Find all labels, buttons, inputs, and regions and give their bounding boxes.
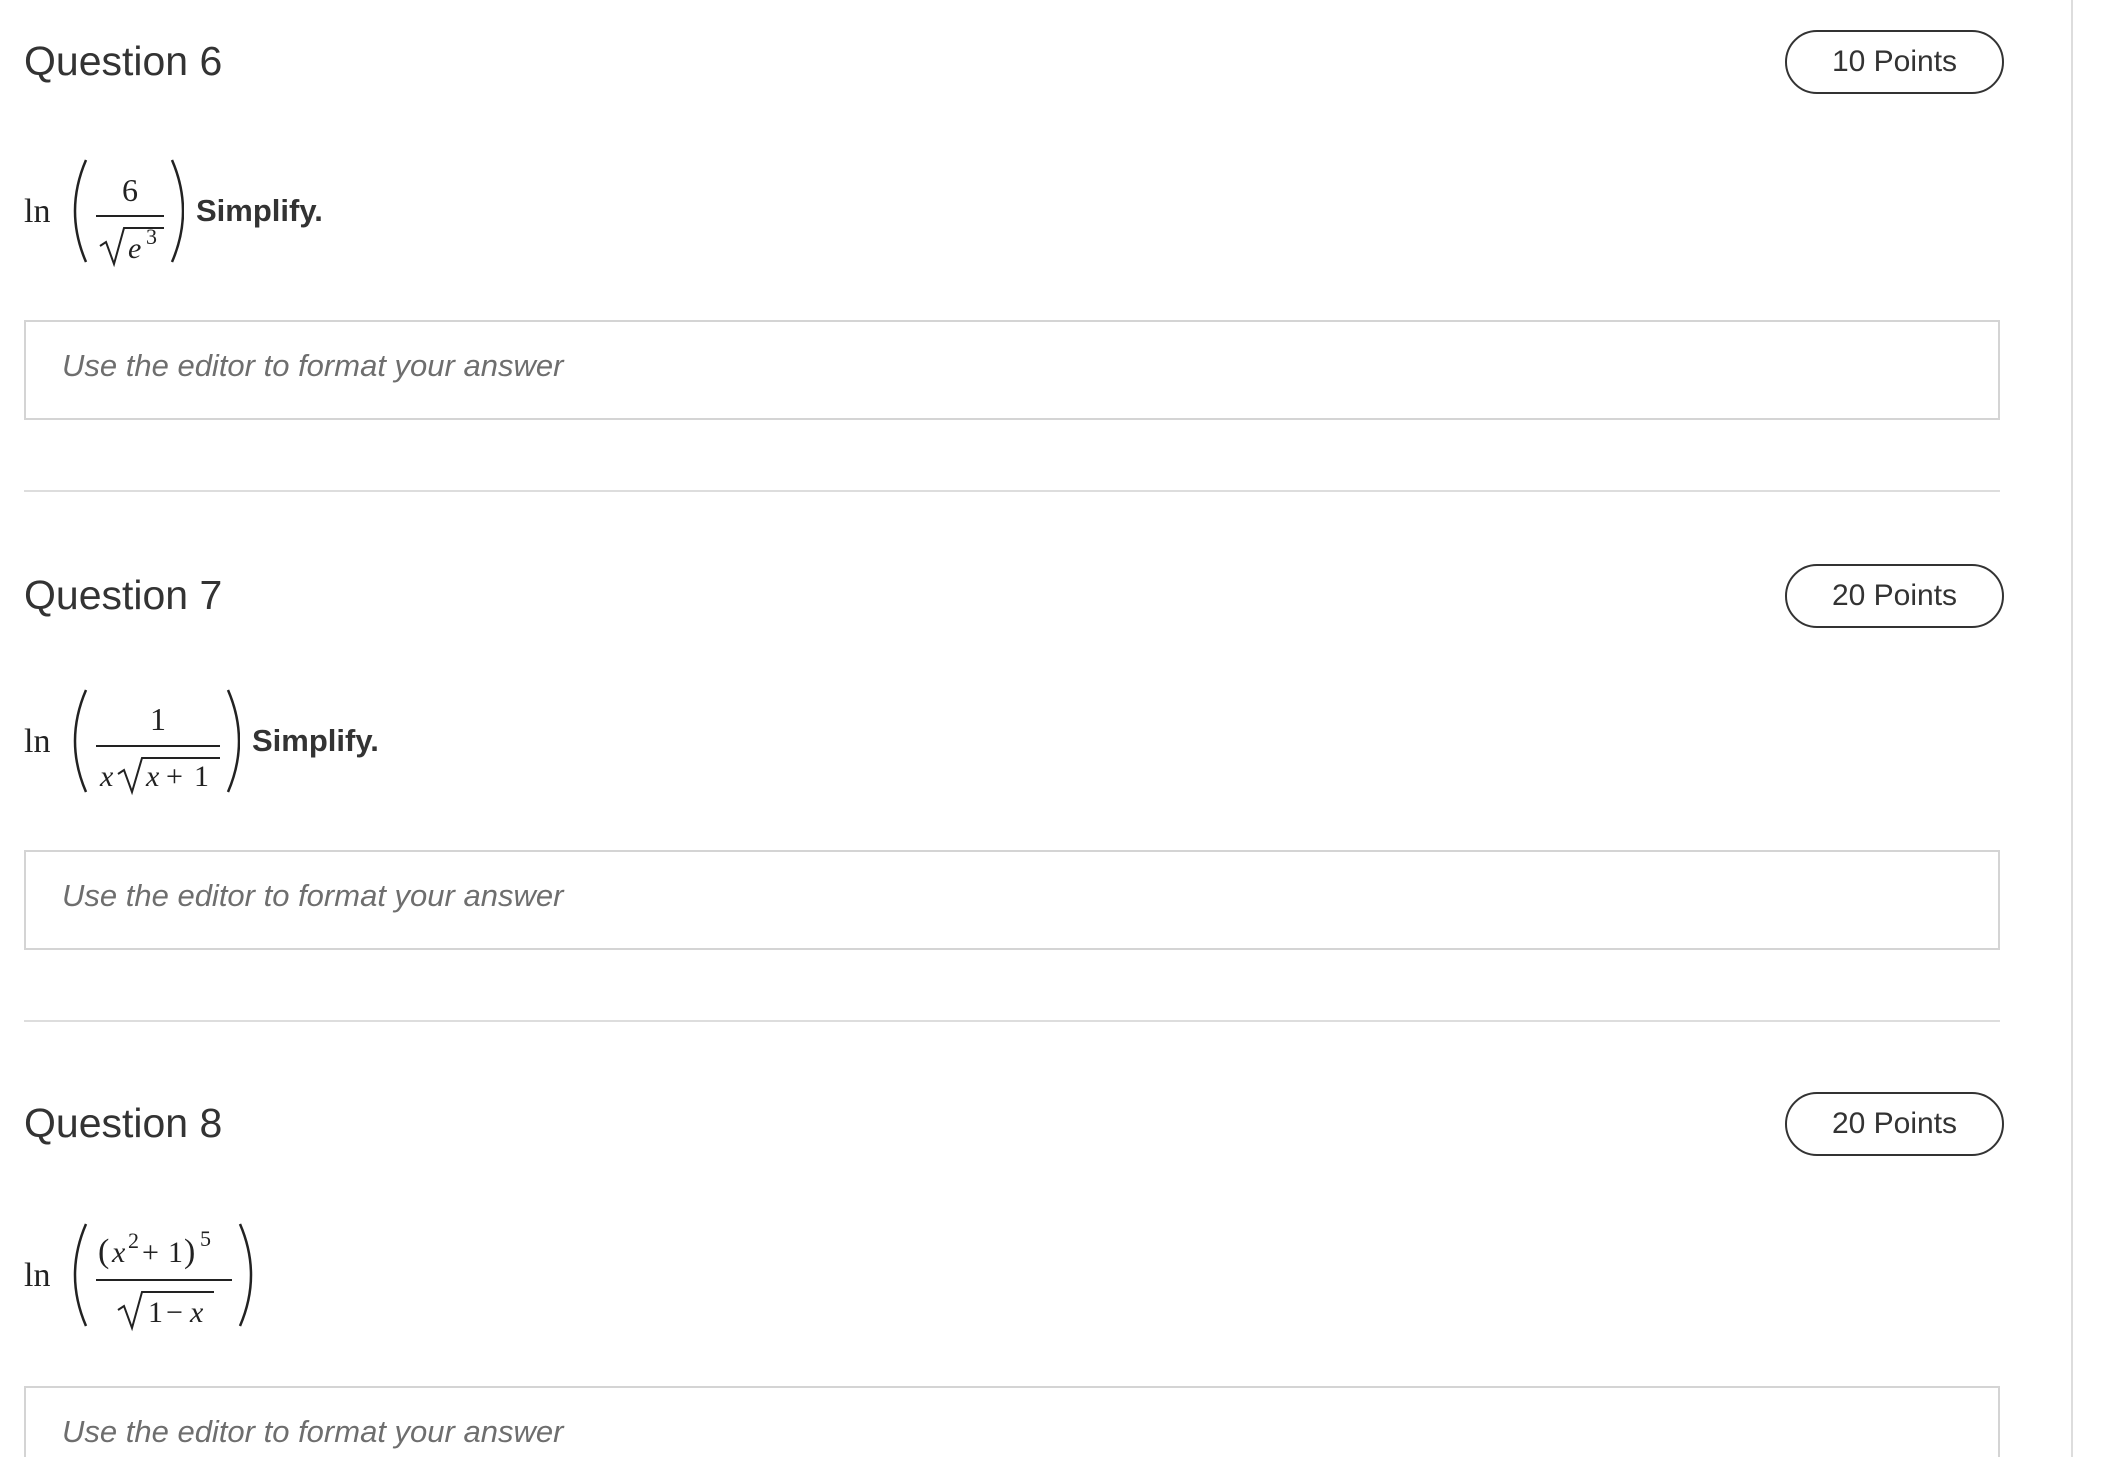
svg-text:1: 1 [194, 760, 209, 793]
question-divider [24, 1020, 2000, 1022]
svg-text:ln: ln [24, 193, 50, 230]
question-prompt: ln 1 x x + 1 Simplify. [24, 676, 2004, 806]
svg-text:−: − [166, 1296, 183, 1329]
svg-text:x: x [145, 760, 160, 793]
svg-text:1: 1 [148, 1296, 163, 1329]
svg-text:ln: ln [24, 1257, 50, 1294]
question-prompt: ln ( x 2 + 1 ) 5 1 − x [24, 1210, 2004, 1340]
svg-text:1: 1 [168, 1236, 183, 1269]
question-8: Question 8 20 Points ln ( x 2 + 1 ) 5 1 [24, 1086, 2004, 1457]
svg-text:x: x [111, 1236, 126, 1269]
svg-text:6: 6 [122, 172, 138, 208]
svg-text:+: + [142, 1236, 159, 1269]
answer-placeholder: Use the editor to format your answer [62, 878, 564, 913]
formula-ln-1-over-x-sqrt-x-plus-1: ln 1 x x + 1 [24, 689, 240, 796]
svg-text:ln: ln [24, 723, 50, 760]
svg-text:x: x [189, 1296, 204, 1329]
question-divider [24, 490, 2000, 492]
svg-text:x: x [99, 760, 114, 793]
question-7: Question 7 20 Points ln 1 x x + 1 Simpli… [24, 558, 2004, 950]
svg-text:): ) [184, 1233, 195, 1270]
question-instruction: Simplify. [252, 723, 379, 758]
question-instruction: Simplify. [196, 193, 323, 228]
svg-text:+: + [166, 760, 183, 793]
question-title: Question 7 [24, 572, 223, 618]
svg-text:3: 3 [146, 224, 157, 249]
formula-ln-x2-plus-1-pow5-over-sqrt-1-minus-x: ln ( x 2 + 1 ) 5 1 − x [24, 1223, 253, 1332]
answer-editor[interactable]: Use the editor to format your answer [24, 1386, 2000, 1457]
svg-text:(: ( [98, 1233, 109, 1270]
svg-text:5: 5 [200, 1226, 211, 1251]
points-badge: 20 Points [1785, 1092, 2004, 1156]
question-prompt: ln 6 e 3 Simplify. [24, 146, 2004, 276]
answer-placeholder: Use the editor to format your answer [62, 1414, 564, 1449]
question-title: Question 8 [24, 1100, 223, 1146]
svg-text:2: 2 [128, 1228, 139, 1253]
scrollbar-track[interactable] [2071, 0, 2073, 1457]
question-header: Question 6 10 Points [24, 24, 2004, 104]
svg-text:e: e [128, 232, 141, 265]
answer-editor[interactable]: Use the editor to format your answer [24, 850, 2000, 950]
question-6: Question 6 10 Points ln 6 e 3 Simplify. … [24, 24, 2004, 420]
points-badge: 10 Points [1785, 30, 2004, 94]
formula-ln-6-over-sqrt-e3: ln 6 e 3 [24, 159, 184, 268]
answer-editor[interactable]: Use the editor to format your answer [24, 320, 2000, 420]
question-header: Question 8 20 Points [24, 1086, 2004, 1166]
answer-placeholder: Use the editor to format your answer [62, 348, 564, 383]
points-badge: 20 Points [1785, 564, 2004, 628]
question-title: Question 6 [24, 38, 223, 84]
quiz-page: Question 6 10 Points ln 6 e 3 Simplify. … [0, 0, 2103, 1457]
svg-text:1: 1 [150, 701, 166, 737]
question-header: Question 7 20 Points [24, 558, 2004, 638]
